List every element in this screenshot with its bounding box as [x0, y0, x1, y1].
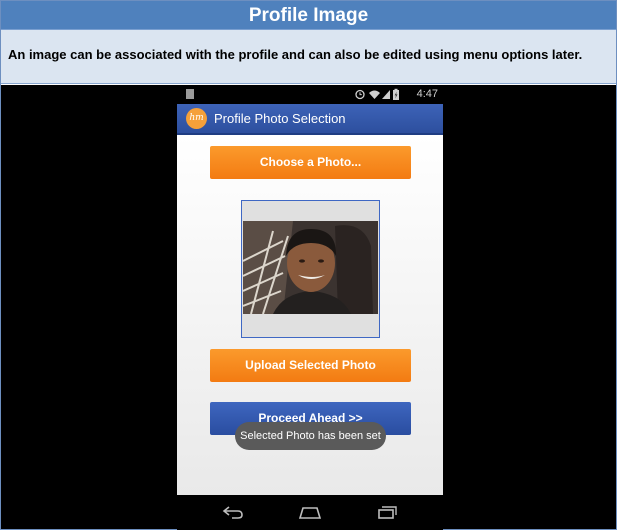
- status-time: 4:47: [416, 88, 438, 100]
- alarm-icon: [355, 89, 365, 100]
- content-area: Choose a Photo... Upload Selected Photo …: [177, 135, 443, 495]
- toast-message: Selected Photo has been set: [235, 422, 386, 450]
- wifi-icon: [369, 90, 380, 99]
- upload-photo-button[interactable]: Upload Selected Photo: [210, 349, 411, 382]
- selected-photo-frame[interactable]: [241, 200, 380, 338]
- choose-photo-button[interactable]: Choose a Photo...: [210, 146, 411, 179]
- notification-icon: [186, 89, 194, 99]
- navigation-bar: [177, 495, 443, 530]
- battery-icon: [393, 88, 399, 100]
- status-icons: [355, 88, 399, 100]
- app-title: Profile Photo Selection: [214, 111, 346, 126]
- recent-apps-icon[interactable]: [375, 504, 401, 520]
- action-bar: hm Profile Photo Selection: [177, 104, 443, 135]
- phone-screen: 4:47 hm Profile Photo Selection Choose a…: [177, 86, 443, 530]
- back-icon[interactable]: [221, 504, 245, 520]
- profile-photo: [243, 221, 378, 314]
- app-logo-icon[interactable]: hm: [186, 108, 207, 129]
- signal-icon: [382, 90, 390, 99]
- slide-description: An image can be associated with the prof…: [1, 30, 616, 84]
- slide-title: Profile Image: [1, 1, 616, 30]
- home-icon[interactable]: [297, 504, 323, 520]
- status-bar: 4:47: [177, 86, 443, 102]
